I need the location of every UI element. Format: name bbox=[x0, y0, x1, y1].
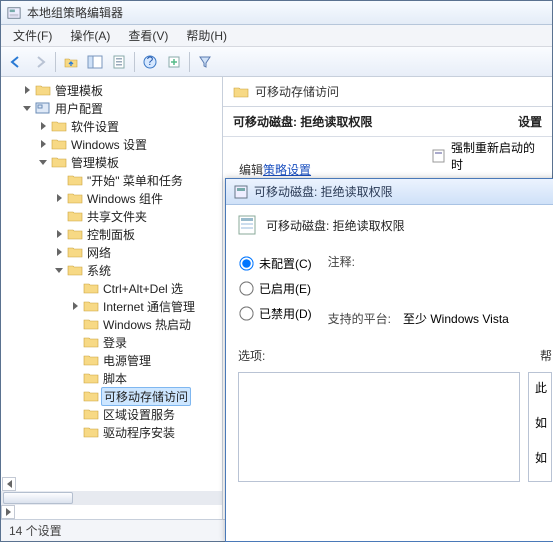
tree-scroll[interactable]: 管理模板 用户配置 软件设置 Windows 设置 管理模板 "开始" 菜单和任… bbox=[1, 77, 222, 477]
export-button[interactable] bbox=[163, 51, 185, 73]
window-title: 本地组策略编辑器 bbox=[27, 4, 123, 21]
tree-start-menu[interactable]: "开始" 菜单和任务 bbox=[51, 171, 222, 189]
expand-icon[interactable] bbox=[69, 300, 81, 312]
tree-shared-folders[interactable]: 共享文件夹 bbox=[51, 207, 222, 225]
help-button[interactable]: ? bbox=[139, 51, 161, 73]
title-bar[interactable]: 本地组策略编辑器 bbox=[1, 1, 552, 25]
platform-label: 支持的平台: bbox=[328, 310, 391, 327]
help-box: 此 如 如 bbox=[528, 372, 552, 482]
expand-icon[interactable] bbox=[53, 192, 65, 204]
dialog-title-bar[interactable]: 可移动磁盘: 拒绝读取权限 bbox=[226, 179, 553, 205]
menu-bar: 文件(F) 操作(A) 查看(V) 帮助(H) bbox=[1, 25, 552, 47]
content-title: 可移动存储访问 bbox=[255, 83, 339, 100]
dialog-title: 可移动磁盘: 拒绝读取权限 bbox=[254, 183, 393, 200]
dialog-state-group: 未配置(C) 已启用(E) 已禁用(D) bbox=[238, 249, 312, 327]
toolbar-separator bbox=[55, 52, 56, 72]
content-subheader: 可移动磁盘: 拒绝读取权限 设置 bbox=[223, 107, 552, 137]
policy-dialog[interactable]: 可移动磁盘: 拒绝读取权限 可移动磁盘: 拒绝读取权限 未配置(C) 已启用(E… bbox=[225, 178, 553, 542]
policy-settings-link[interactable]: 策略设置 bbox=[263, 163, 311, 177]
edit-label: 编辑 bbox=[239, 163, 263, 177]
policy-icon bbox=[432, 149, 445, 163]
expand-icon[interactable] bbox=[37, 138, 49, 150]
radio-disabled[interactable]: 已禁用(D) bbox=[240, 305, 312, 322]
radio-not-configured-input[interactable] bbox=[239, 256, 253, 270]
status-text: 14 个设置 bbox=[9, 522, 62, 539]
dialog-icon bbox=[234, 185, 248, 199]
tree-power[interactable]: 电源管理 bbox=[67, 351, 222, 369]
tree-driver-install[interactable]: 驱动程序安装 bbox=[67, 423, 222, 441]
tree-logon[interactable]: 登录 bbox=[67, 333, 222, 351]
expand-icon[interactable] bbox=[53, 228, 65, 240]
expand-icon[interactable] bbox=[53, 246, 65, 258]
filter-button[interactable] bbox=[194, 51, 216, 73]
platform-value: 至少 Windows Vista bbox=[403, 310, 509, 327]
tree-horizontal-scrollbar[interactable] bbox=[1, 477, 222, 519]
tree-system[interactable]: 系统 bbox=[51, 261, 222, 279]
help-text-line: 此 bbox=[535, 379, 545, 396]
tree-locale[interactable]: 区域设置服务 bbox=[67, 405, 222, 423]
dialog-body: 可移动磁盘: 拒绝读取权限 未配置(C) 已启用(E) 已禁用(D) 注释: 支… bbox=[226, 205, 553, 541]
options-label: 选项: bbox=[238, 347, 265, 364]
comment-label: 注释: bbox=[328, 253, 509, 270]
menu-action[interactable]: 操作(A) bbox=[62, 25, 118, 46]
tree-scripts[interactable]: 脚本 bbox=[67, 369, 222, 387]
tree-network[interactable]: 网络 bbox=[51, 243, 222, 261]
list-item[interactable]: 强制重新启动的时 bbox=[426, 137, 546, 175]
toolbar: ? bbox=[1, 47, 552, 77]
help-text-line: 如 bbox=[535, 449, 545, 466]
dialog-policy-name: 可移动磁盘: 拒绝读取权限 bbox=[266, 217, 405, 234]
content-header: 可移动存储访问 bbox=[223, 77, 552, 104]
tree-ctrlaltdel[interactable]: Ctrl+Alt+Del 选 bbox=[67, 279, 222, 297]
radio-not-configured[interactable]: 未配置(C) bbox=[240, 255, 312, 272]
toolbar-separator bbox=[134, 52, 135, 72]
radio-enabled[interactable]: 已启用(E) bbox=[240, 280, 312, 297]
forward-button[interactable] bbox=[29, 51, 51, 73]
tree-pane: 管理模板 用户配置 软件设置 Windows 设置 管理模板 "开始" 菜单和任… bbox=[1, 77, 223, 519]
selected-policy-name: 可移动磁盘: 拒绝读取权限 bbox=[233, 113, 372, 130]
expand-icon[interactable] bbox=[21, 84, 33, 96]
tree-admin-templates-top[interactable]: 管理模板 bbox=[19, 81, 222, 99]
tree-windows-components[interactable]: Windows 组件 bbox=[51, 189, 222, 207]
menu-help[interactable]: 帮助(H) bbox=[178, 25, 235, 46]
tree-windows-hotstart[interactable]: Windows 热启动 bbox=[67, 315, 222, 333]
up-button[interactable] bbox=[60, 51, 82, 73]
tree-windows-settings[interactable]: Windows 设置 bbox=[35, 135, 222, 153]
help-text-line: 如 bbox=[535, 414, 545, 431]
tree-user-config[interactable]: 用户配置 bbox=[19, 99, 222, 117]
collapse-icon[interactable] bbox=[21, 102, 33, 114]
policy-icon bbox=[238, 215, 258, 235]
collapse-icon[interactable] bbox=[37, 156, 49, 168]
list-item-label: 强制重新启动的时 bbox=[451, 139, 540, 173]
help-label: 帮 bbox=[540, 347, 552, 364]
tree-removable-storage[interactable]: 可移动存储访问 bbox=[67, 387, 222, 405]
radio-enabled-input[interactable] bbox=[239, 281, 253, 295]
folder-icon bbox=[233, 85, 249, 99]
tree-admin-templates[interactable]: 管理模板 bbox=[35, 153, 222, 171]
tree-internet-comm[interactable]: Internet 通信管理 bbox=[67, 297, 222, 315]
show-hide-tree-button[interactable] bbox=[84, 51, 106, 73]
radio-disabled-input[interactable] bbox=[239, 306, 253, 320]
collapse-icon[interactable] bbox=[53, 264, 65, 276]
properties-button[interactable] bbox=[108, 51, 130, 73]
tree-control-panel[interactable]: 控制面板 bbox=[51, 225, 222, 243]
app-icon bbox=[7, 6, 21, 20]
expand-icon[interactable] bbox=[37, 120, 49, 132]
svg-text:?: ? bbox=[147, 55, 154, 68]
menu-view[interactable]: 查看(V) bbox=[120, 25, 176, 46]
tree-software-settings[interactable]: 软件设置 bbox=[35, 117, 222, 135]
settings-column-label: 设置 bbox=[518, 113, 542, 130]
options-box bbox=[238, 372, 520, 482]
menu-file[interactable]: 文件(F) bbox=[5, 25, 60, 46]
toolbar-separator bbox=[189, 52, 190, 72]
back-button[interactable] bbox=[5, 51, 27, 73]
